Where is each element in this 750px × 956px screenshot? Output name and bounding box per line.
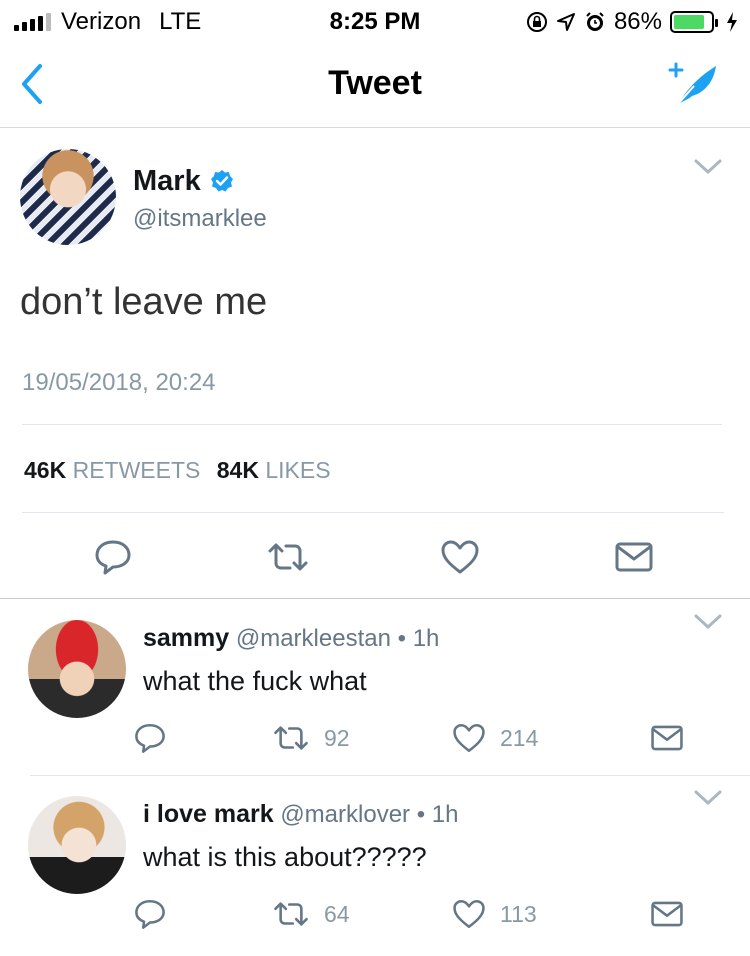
battery-percent: 86% — [613, 8, 662, 35]
reply-header: sammy @markleestan • 1h — [143, 624, 439, 653]
status-right: 86% — [526, 8, 738, 36]
reply-like-count: 113 — [500, 900, 537, 927]
reply-action-message[interactable] — [650, 720, 684, 756]
reply-item[interactable]: sammy @markleestan • 1h what the fuck wh… — [0, 600, 750, 776]
reply-author-handle[interactable]: @marklover — [280, 801, 410, 828]
separator-dot: • — [397, 625, 413, 652]
divider — [22, 424, 722, 425]
direct-message-icon[interactable] — [614, 539, 654, 575]
reply-action-like[interactable]: 214 — [452, 720, 538, 756]
reply-options-chevron-icon[interactable] — [694, 614, 722, 630]
tweet-text: don’t leave me — [20, 281, 268, 323]
reply-author-name[interactable]: i love mark — [143, 800, 274, 828]
like-heart-icon[interactable] — [452, 898, 486, 930]
reply-action-retweet[interactable]: 92 — [272, 720, 350, 756]
direct-message-icon[interactable] — [650, 898, 684, 930]
reply-action-reply[interactable] — [133, 720, 167, 756]
author-avatar[interactable] — [20, 149, 116, 245]
divider — [22, 512, 724, 513]
retweet-count[interactable]: 46K — [24, 457, 66, 483]
reply-action-message[interactable] — [650, 896, 684, 932]
retweet-icon[interactable] — [272, 722, 310, 754]
compose-tweet-icon[interactable] — [664, 58, 720, 110]
reply-avatar[interactable] — [28, 796, 126, 894]
reply-author-name[interactable]: sammy — [143, 624, 229, 652]
nav-bar: Tweet — [0, 40, 750, 128]
battery-icon — [670, 11, 718, 33]
retweet-icon[interactable] — [266, 539, 310, 575]
reply-header: i love mark @marklover • 1h — [143, 800, 458, 829]
reply-text: what is this about????? — [143, 842, 427, 872]
main-tweet: Mark @itsmarklee don’t leave me 19/05/20… — [0, 129, 750, 599]
retweet-icon[interactable] — [272, 898, 310, 930]
verified-badge-icon — [211, 170, 233, 192]
location-icon — [556, 13, 575, 31]
tweet-options-chevron-icon[interactable] — [694, 159, 722, 175]
reply-action-reply[interactable] — [133, 896, 167, 932]
reply-author-handle[interactable]: @markleestan — [236, 625, 391, 652]
like-heart-icon[interactable] — [440, 539, 480, 575]
reply-like-count: 214 — [500, 724, 539, 751]
like-count[interactable]: 84K — [217, 457, 259, 483]
rotation-lock-icon — [526, 12, 547, 32]
separator-dot: • — [416, 801, 432, 828]
reply-icon[interactable] — [93, 539, 133, 575]
likes-label[interactable]: LIKES — [265, 457, 330, 483]
reply-time: 1h — [431, 801, 459, 828]
tweet-stats: 46K RETWEETS 84K LIKES — [24, 457, 331, 484]
alarm-icon — [586, 12, 604, 31]
reply-avatar[interactable] — [28, 620, 126, 718]
author-handle[interactable]: @itsmarklee — [133, 205, 267, 233]
reply-action-retweet[interactable]: 64 — [272, 896, 350, 932]
reply-icon[interactable] — [133, 722, 167, 754]
page-title: Tweet — [328, 64, 422, 102]
charging-icon — [727, 12, 737, 32]
reply-retweet-count: 64 — [324, 900, 350, 927]
tweet-timestamp: 19/05/2018, 20:24 — [22, 369, 216, 396]
reply-options-chevron-icon[interactable] — [694, 790, 722, 806]
status-bar: Verizon LTE 8:25 PM 86% — [0, 0, 750, 40]
retweets-label[interactable]: RETWEETS — [73, 457, 201, 483]
reply-item[interactable]: i love mark @marklover • 1h what is this… — [0, 776, 750, 956]
reply-retweet-count: 92 — [324, 724, 350, 751]
author-name[interactable]: Mark — [133, 165, 201, 198]
like-heart-icon[interactable] — [452, 722, 486, 754]
reply-icon[interactable] — [133, 898, 167, 930]
reply-time: 1h — [412, 625, 440, 652]
reply-text: what the fuck what — [143, 666, 367, 696]
reply-action-like[interactable]: 113 — [452, 896, 537, 932]
direct-message-icon[interactable] — [650, 722, 684, 754]
